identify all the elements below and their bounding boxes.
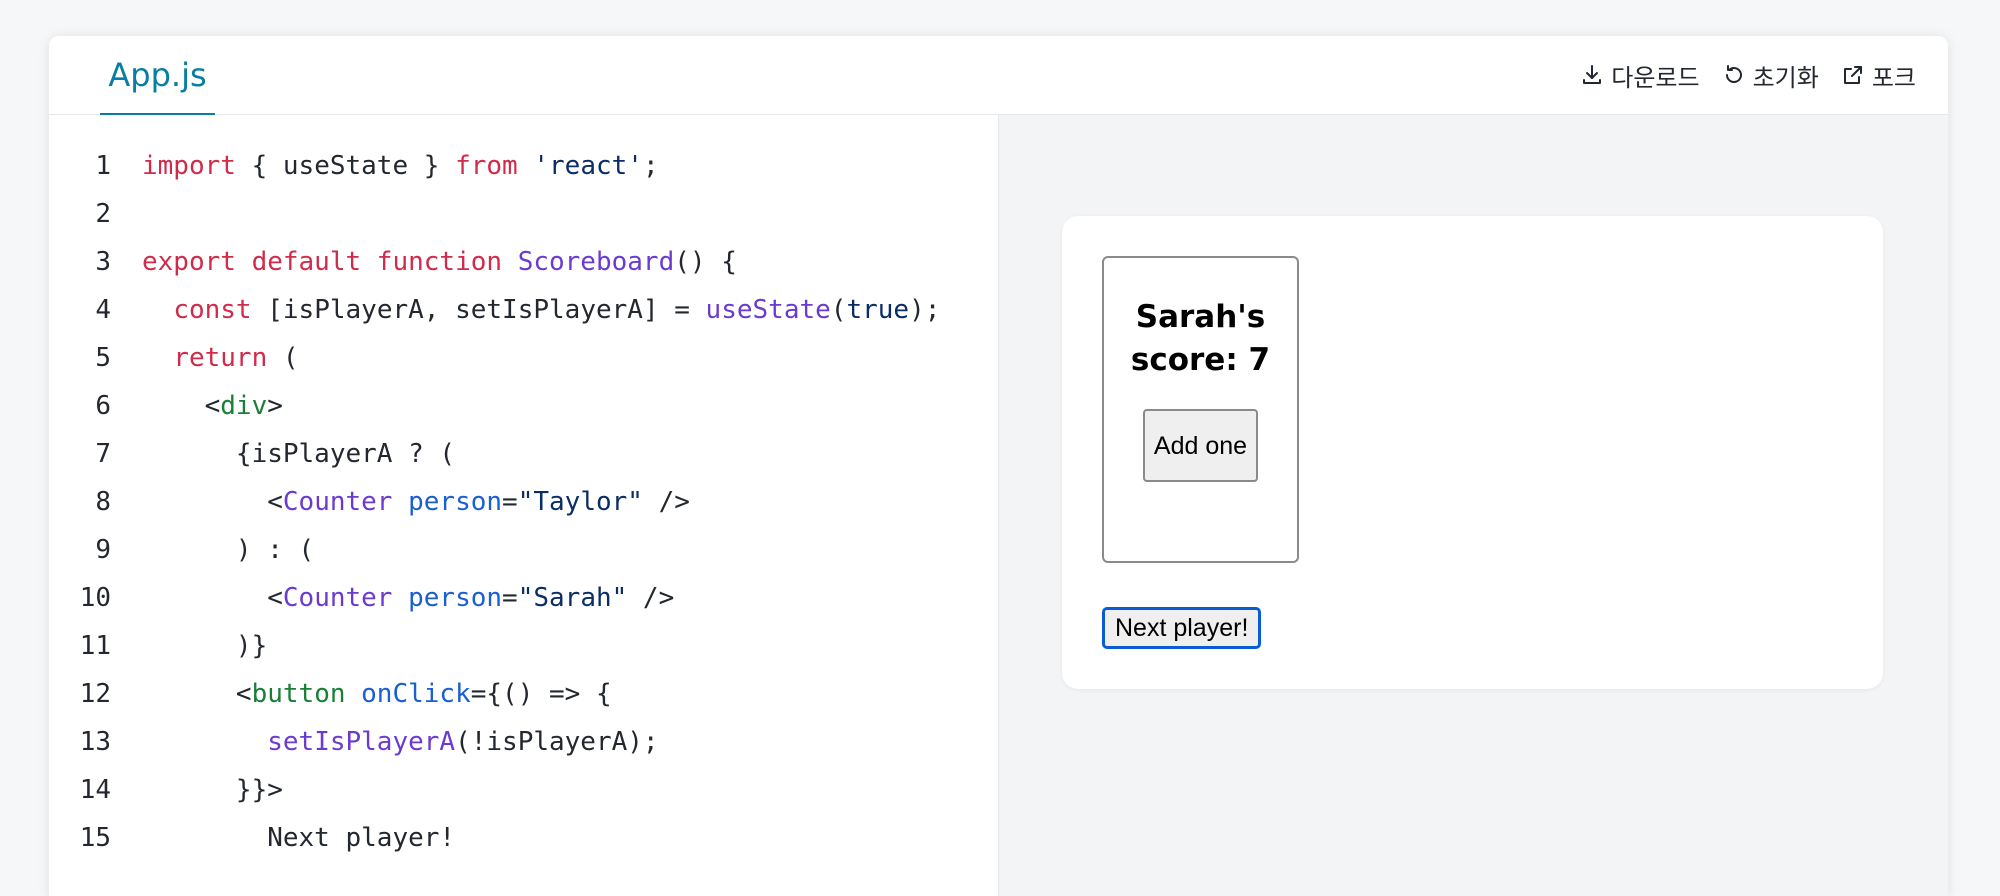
- line-content: <div>: [142, 391, 283, 421]
- line-content: setIsPlayerA(!isPlayerA);: [267, 727, 659, 757]
- code-line: 2: [49, 190, 998, 238]
- next-player-button[interactable]: Next player!: [1102, 607, 1262, 649]
- line-number: 7: [95, 439, 111, 469]
- code-line: 7 {isPlayerA ? (: [49, 430, 998, 478]
- code-line: 12 <button onClick={() => {: [49, 670, 998, 718]
- add-one-button[interactable]: Add one: [1143, 409, 1258, 482]
- line-content: ) : (: [142, 535, 315, 565]
- external-link-icon: [1843, 66, 1862, 84]
- counter-box: Sarah's score: 7 Add one: [1102, 256, 1299, 563]
- preview-card: Sarah's score: 7 Add one Next player!: [1062, 216, 1883, 689]
- line-content: <Counter person="Taylor" />: [142, 487, 690, 517]
- line-number: 8: [95, 487, 111, 517]
- code-line: 15 Next player!: [49, 814, 998, 862]
- line-number: 10: [79, 583, 111, 613]
- line-number: 2: [95, 199, 111, 229]
- line-number: 9: [95, 535, 111, 565]
- reset-label: 초기화: [1752, 63, 1819, 92]
- line-content: export default function Scoreboard() {: [142, 247, 737, 277]
- line-content: }}>: [142, 775, 283, 805]
- line-content: import { useState } from 'react';: [142, 151, 659, 181]
- line-number: 14: [79, 775, 111, 805]
- download-button[interactable]: 다운로드: [1580, 58, 1700, 93]
- line-number: 6: [95, 391, 111, 421]
- line-content: return (: [173, 343, 299, 373]
- code-line: 1 import { useState } from 'react';: [49, 142, 998, 190]
- line-content: <Counter person="Sarah" />: [142, 583, 675, 613]
- tab-app-js[interactable]: App.js: [100, 36, 215, 115]
- code-line: 13 setIsPlayerA(!isPlayerA);: [49, 718, 998, 766]
- line-number: 1: [95, 151, 111, 181]
- line-number: 13: [79, 727, 111, 757]
- code-editor[interactable]: 1 import { useState } from 'react'; 2 3 expo…: [49, 115, 999, 896]
- code-lines: 1 import { useState } from 'react'; 2 3 expo…: [49, 142, 998, 862]
- line-number: 5: [95, 343, 111, 373]
- code-line: 11 )}: [49, 622, 998, 670]
- code-line: 9 ) : (: [49, 526, 998, 574]
- code-line: 3 export default function Scoreboard() {: [49, 238, 998, 286]
- line-content: <button onClick={() => {: [142, 679, 612, 709]
- code-line: 4 const [isPlayerA, setIsPlayerA] = useS…: [49, 286, 998, 334]
- editor-toolbar: App.js 다운로드 초기화 포크: [49, 36, 1948, 115]
- code-line: 6 <div>: [49, 382, 998, 430]
- code-line: 8 <Counter person="Taylor" />: [49, 478, 998, 526]
- line-number: 4: [95, 295, 111, 325]
- line-number: 12: [79, 679, 111, 709]
- line-number: 15: [79, 823, 111, 853]
- line-content: Next player!: [142, 823, 456, 853]
- preview-pane: Sarah's score: 7 Add one Next player!: [999, 115, 1948, 896]
- line-content: {isPlayerA ? (: [142, 439, 456, 469]
- line-number: 11: [79, 631, 111, 661]
- download-icon: [1583, 65, 1602, 84]
- download-label: 다운로드: [1611, 63, 1700, 92]
- line-content: const [isPlayerA, setIsPlayerA] = useSta…: [173, 295, 941, 325]
- fork-button[interactable]: 포크: [1841, 58, 1916, 93]
- sandpack-container: App.js 다운로드 초기화 포크 1 import {useState}…: [49, 36, 1948, 896]
- line-content: )}: [142, 631, 268, 661]
- reset-icon: [1725, 65, 1742, 83]
- reset-button[interactable]: 초기화: [1722, 58, 1819, 93]
- toolbar-actions: 다운로드 초기화 포크: [1580, 36, 1916, 114]
- line-number: 3: [95, 247, 111, 277]
- code-line: 14 }}>: [49, 766, 998, 814]
- fork-label: 포크: [1871, 63, 1916, 92]
- code-line: 5 return (: [49, 334, 998, 382]
- code-line: 10 <Counter person="Sarah" />: [49, 574, 998, 622]
- score-heading: Sarah's score: 7: [1130, 299, 1271, 378]
